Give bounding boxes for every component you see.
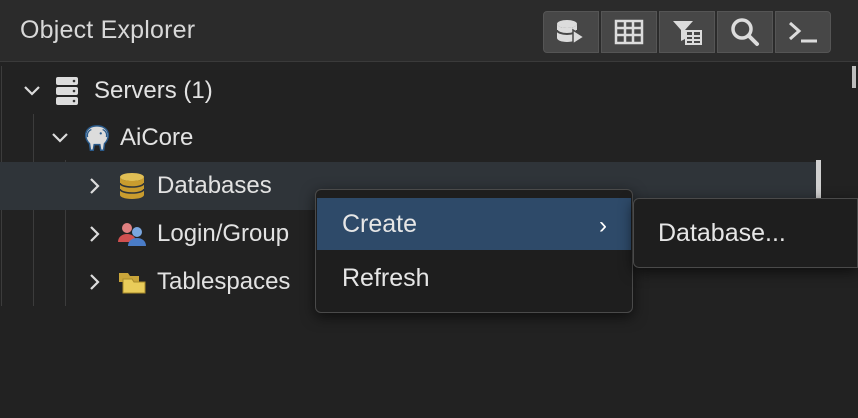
- context-menu: Create › Refresh: [315, 189, 633, 313]
- menu-item-label: Database...: [658, 218, 786, 247]
- object-explorer-panel: Object Explorer Servers (1) AiCore Datab…: [0, 0, 858, 418]
- login-group-icon: [117, 219, 147, 249]
- tree-node-label: Databases: [157, 172, 272, 199]
- menu-item-label: Create: [342, 209, 418, 238]
- toolbar: [543, 11, 831, 53]
- tree-node-label: Login/Group: [157, 220, 290, 247]
- servers-icon: [52, 76, 82, 106]
- chevron-down-icon[interactable]: [50, 128, 70, 148]
- menu-item-label: Refresh: [342, 263, 430, 292]
- tree-node-label: AiCore: [120, 124, 194, 151]
- tree-node-servers[interactable]: Servers (1): [0, 67, 818, 115]
- filtered-rows-button[interactable]: [659, 11, 715, 53]
- search-icon: [731, 18, 759, 46]
- chevron-right-icon[interactable]: [85, 176, 105, 196]
- panel-header: Object Explorer: [0, 0, 858, 62]
- query-tool-button[interactable]: [543, 11, 599, 53]
- menu-item-create[interactable]: Create ›: [317, 198, 631, 250]
- search-objects-button[interactable]: [717, 11, 773, 53]
- psql-tool-button[interactable]: [775, 11, 831, 53]
- chevron-right-icon[interactable]: [85, 272, 105, 292]
- view-data-icon: [614, 19, 644, 45]
- chevron-right-icon: ›: [599, 212, 607, 239]
- terminal-icon: [789, 21, 817, 43]
- folder-icon: [117, 267, 147, 297]
- postgres-elephant-icon: [82, 123, 112, 153]
- view-data-button[interactable]: [601, 11, 657, 53]
- tree-node-label: Tablespaces: [157, 268, 291, 295]
- panel-title: Object Explorer: [20, 16, 196, 44]
- chevron-down-icon[interactable]: [22, 81, 42, 101]
- filtered-rows-icon: [673, 21, 702, 45]
- tree-node-server[interactable]: AiCore: [0, 114, 818, 162]
- chevron-right-icon[interactable]: [85, 224, 105, 244]
- panel-scrollbar[interactable]: [852, 66, 856, 88]
- menu-item-refresh[interactable]: Refresh: [317, 252, 631, 304]
- tree-node-label: Servers (1): [94, 77, 213, 104]
- menu-item-create-database[interactable]: Database...: [634, 208, 857, 258]
- create-submenu: Database...: [633, 198, 858, 268]
- query-tool-icon: [556, 20, 586, 46]
- database-icon: [117, 171, 147, 201]
